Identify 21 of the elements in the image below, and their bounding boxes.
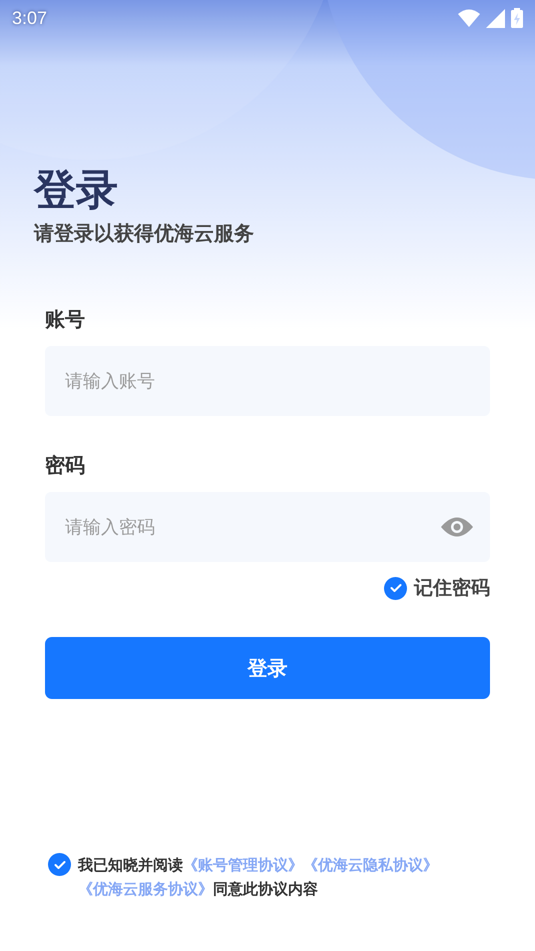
signal-icon <box>486 8 505 28</box>
page-subtitle: 请登录以获得优海云服务 <box>34 220 255 247</box>
input-field[interactable]: 请输入账号 <box>45 346 490 416</box>
agreement-link[interactable]: 《优海云隐私协议》 <box>303 856 438 874</box>
remember-label: 记住密码 <box>414 576 490 601</box>
wifi-icon <box>458 9 480 27</box>
agreement-checkbox[interactable] <box>48 853 71 876</box>
status-time: 3:07 <box>12 6 48 30</box>
remember-checkbox[interactable] <box>384 576 407 600</box>
page-title: 登录 <box>34 164 119 216</box>
agreement-link[interactable]: 《账号管理协议》 <box>183 856 303 874</box>
agreement-text: 我已知晓并阅读《账号管理协议》《优海云隐私协议》 《优海云服务协议》同意此协议内容 <box>78 855 439 900</box>
field-label: 账号 <box>45 306 86 333</box>
check-icon <box>390 583 402 594</box>
agreement-link[interactable]: 《优海云服务协议》 <box>78 880 213 898</box>
login-button[interactable]: 登录 <box>45 636 490 698</box>
field-label: 密码 <box>45 452 86 479</box>
password-field[interactable]: 请输入密码 <box>45 492 490 562</box>
battery-icon <box>511 8 523 28</box>
check-icon <box>54 860 66 870</box>
eye-icon[interactable] <box>440 516 474 538</box>
